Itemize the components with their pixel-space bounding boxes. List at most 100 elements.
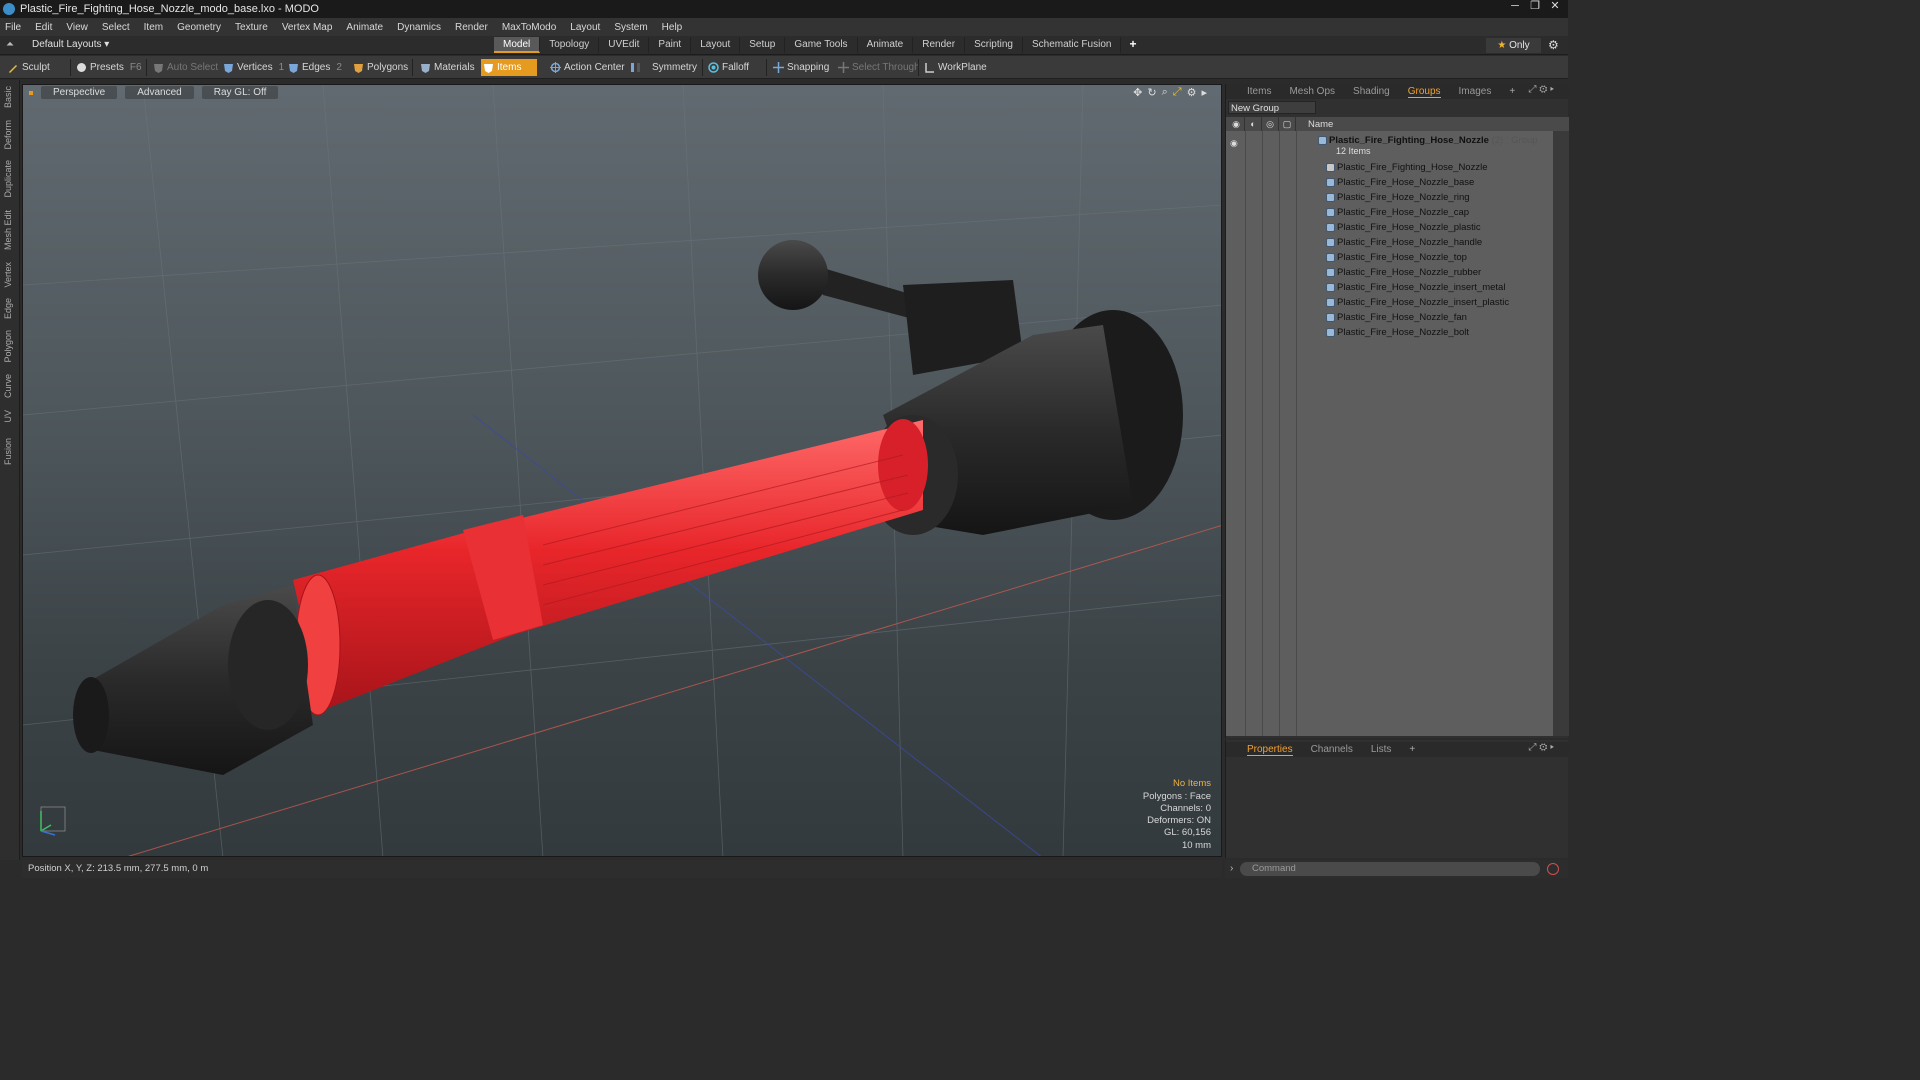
left-tab-edge[interactable]: Edge (3, 298, 13, 319)
menu-edit[interactable]: Edit (35, 22, 52, 33)
list-item[interactable]: Plastic_Fire_Hoze_Nozzle_ring (1226, 190, 1553, 205)
record-icon[interactable] (1547, 863, 1559, 875)
render-column-icon[interactable]: ◐ (1245, 117, 1262, 131)
list-item[interactable]: Plastic_Fire_Hose_Nozzle_cap (1226, 205, 1553, 220)
edges-button[interactable]: Edges 2 (286, 59, 342, 76)
left-tab-mesh-edit[interactable]: Mesh Edit (3, 210, 13, 250)
select-through-button[interactable]: Select Through (836, 59, 920, 76)
left-tab-duplicate[interactable]: Duplicate (3, 160, 13, 198)
only-button[interactable]: ★ Only (1486, 38, 1541, 53)
properties-expand-icon[interactable]: ⤢ ⚙ ▸ (1528, 742, 1554, 753)
default-layouts-dropdown[interactable]: Default Layouts ▾ (32, 39, 109, 50)
list-item[interactable]: Plastic_Fire_Hose_Nozzle_base (1226, 175, 1553, 190)
polygons-button[interactable]: Polygons (351, 59, 408, 76)
left-tab-fusion[interactable]: Fusion (3, 438, 13, 465)
workplane-button[interactable]: WorkPlane (922, 59, 987, 76)
sculpt-button[interactable]: Sculpt (6, 59, 50, 76)
left-tab-basic[interactable]: Basic (3, 86, 13, 108)
menu-system[interactable]: System (614, 22, 647, 33)
tab-shading[interactable]: Shading (1353, 86, 1390, 97)
tab-topology[interactable]: Topology (540, 37, 600, 53)
groups-scrollbar[interactable] (1553, 131, 1569, 736)
rotate-icon[interactable]: ↻ (1147, 86, 1156, 99)
maximize-icon[interactable]: ❐ (1526, 0, 1544, 14)
list-item[interactable]: Plastic_Fire_Hose_Nozzle_fan (1226, 310, 1553, 325)
tab-images[interactable]: Images (1459, 86, 1492, 97)
tab-groups[interactable]: Groups (1407, 86, 1441, 98)
tab-model[interactable]: Model (494, 37, 541, 53)
tab-game-tools[interactable]: Game Tools (785, 37, 858, 53)
menu-render[interactable]: Render (455, 22, 488, 33)
materials-button[interactable]: Materials (418, 59, 475, 76)
pan-icon[interactable]: ✥ (1133, 86, 1142, 99)
tab-render[interactable]: Render (913, 37, 966, 53)
list-item[interactable]: Plastic_Fire_Hose_Nozzle_handle (1226, 235, 1553, 250)
menu-dynamics[interactable]: Dynamics (397, 22, 441, 33)
menu-animate[interactable]: Animate (346, 22, 383, 33)
symmetry-button[interactable]: Symmetry (628, 59, 697, 76)
close-icon[interactable]: ✕ (1546, 0, 1564, 14)
falloff-button[interactable]: Falloff (706, 59, 749, 76)
3d-viewport[interactable]: Perspective Advanced Ray GL: Off ✥ ↻ ⌕ ⤢… (22, 84, 1222, 857)
items-button[interactable]: Items (481, 59, 538, 76)
group-row[interactable]: ◉ Plastic_Fire_Fighting_Hose_Nozzle (2) … (1226, 133, 1553, 159)
left-tab-uv[interactable]: UV (3, 410, 13, 423)
list-item[interactable]: Plastic_Fire_Hose_Nozzle_rubber (1226, 265, 1553, 280)
add-panel-tab-button[interactable]: + (1509, 86, 1515, 97)
layout-expand-icon[interactable]: ⏶ (6, 39, 14, 50)
menu-file[interactable]: File (5, 22, 21, 33)
zoom-icon[interactable]: ⌕ (1162, 86, 1168, 99)
list-item[interactable]: Plastic_Fire_Hose_Nozzle_insert_plastic (1226, 295, 1553, 310)
view-advanced-button[interactable]: Advanced (125, 86, 194, 99)
viewport-settings-icon[interactable]: ⚙ (1187, 86, 1197, 99)
menu-texture[interactable]: Texture (235, 22, 268, 33)
tab-scripting[interactable]: Scripting (965, 37, 1023, 53)
panel-expand-icon[interactable]: ⤢ ⚙ ▸ (1528, 84, 1554, 95)
list-item[interactable]: Plastic_Fire_Fighting_Hose_Nozzle (1226, 160, 1553, 175)
tab-uvedit[interactable]: UVEdit (599, 37, 650, 53)
snapping-button[interactable]: Snapping (771, 59, 829, 76)
tab-schematic-fusion[interactable]: Schematic Fusion (1023, 37, 1122, 53)
viewport-menu-dot[interactable] (29, 90, 33, 95)
add-tab-button[interactable]: + (1121, 37, 1144, 53)
raygl-button[interactable]: Ray GL: Off (201, 86, 279, 99)
visibility-column-icon[interactable]: ◉ (1228, 117, 1245, 131)
menu-geometry[interactable]: Geometry (177, 22, 221, 33)
list-item[interactable]: Plastic_Fire_Hose_Nozzle_insert_metal (1226, 280, 1553, 295)
list-item[interactable]: Plastic_Fire_Hose_Nozzle_bolt (1226, 325, 1553, 340)
viewport-expand-icon[interactable]: ▸ (1201, 86, 1207, 99)
tab-setup[interactable]: Setup (740, 37, 786, 53)
tab-mesh-ops[interactable]: Mesh Ops (1289, 86, 1335, 97)
new-group-button[interactable]: New Group (1228, 101, 1316, 114)
minimize-icon[interactable]: ─ (1506, 0, 1524, 14)
select-column-icon[interactable]: ▢ (1279, 117, 1296, 131)
lock-column-icon[interactable]: ◎ (1262, 117, 1279, 131)
fit-icon[interactable]: ⤢ (1173, 86, 1182, 99)
tab-animate[interactable]: Animate (858, 37, 914, 53)
menu-item[interactable]: Item (144, 22, 163, 33)
tab-properties[interactable]: Properties (1247, 744, 1293, 756)
eye-icon[interactable]: ◉ (1230, 136, 1238, 151)
menu-vertex-map[interactable]: Vertex Map (282, 22, 333, 33)
auto-select-button[interactable]: Auto Select (151, 59, 218, 76)
view-perspective-button[interactable]: Perspective (41, 86, 118, 99)
list-item[interactable]: Plastic_Fire_Hose_Nozzle_top (1226, 250, 1553, 265)
menu-view[interactable]: View (66, 22, 88, 33)
tab-items[interactable]: Items (1247, 86, 1271, 97)
menu-help[interactable]: Help (662, 22, 683, 33)
action-center-button[interactable]: Action Center (548, 59, 625, 76)
left-tab-curve[interactable]: Curve (3, 374, 13, 398)
left-tab-vertex[interactable]: Vertex (3, 262, 13, 288)
menu-maxtomodo[interactable]: MaxToModo (502, 22, 556, 33)
left-tab-deform[interactable]: Deform (3, 120, 13, 150)
menu-layout[interactable]: Layout (570, 22, 600, 33)
menu-select[interactable]: Select (102, 22, 130, 33)
list-item[interactable]: Plastic_Fire_Hose_Nozzle_plastic (1226, 220, 1553, 235)
presets-button[interactable]: Presets F6 (74, 59, 142, 76)
gear-icon[interactable]: ⚙ (1548, 38, 1559, 52)
tab-channels[interactable]: Channels (1311, 744, 1353, 755)
vertices-button[interactable]: Vertices 1 (221, 59, 284, 76)
tab-layout[interactable]: Layout (691, 37, 741, 53)
add-properties-tab-button[interactable]: + (1409, 744, 1415, 755)
left-tab-polygon[interactable]: Polygon (3, 330, 13, 363)
